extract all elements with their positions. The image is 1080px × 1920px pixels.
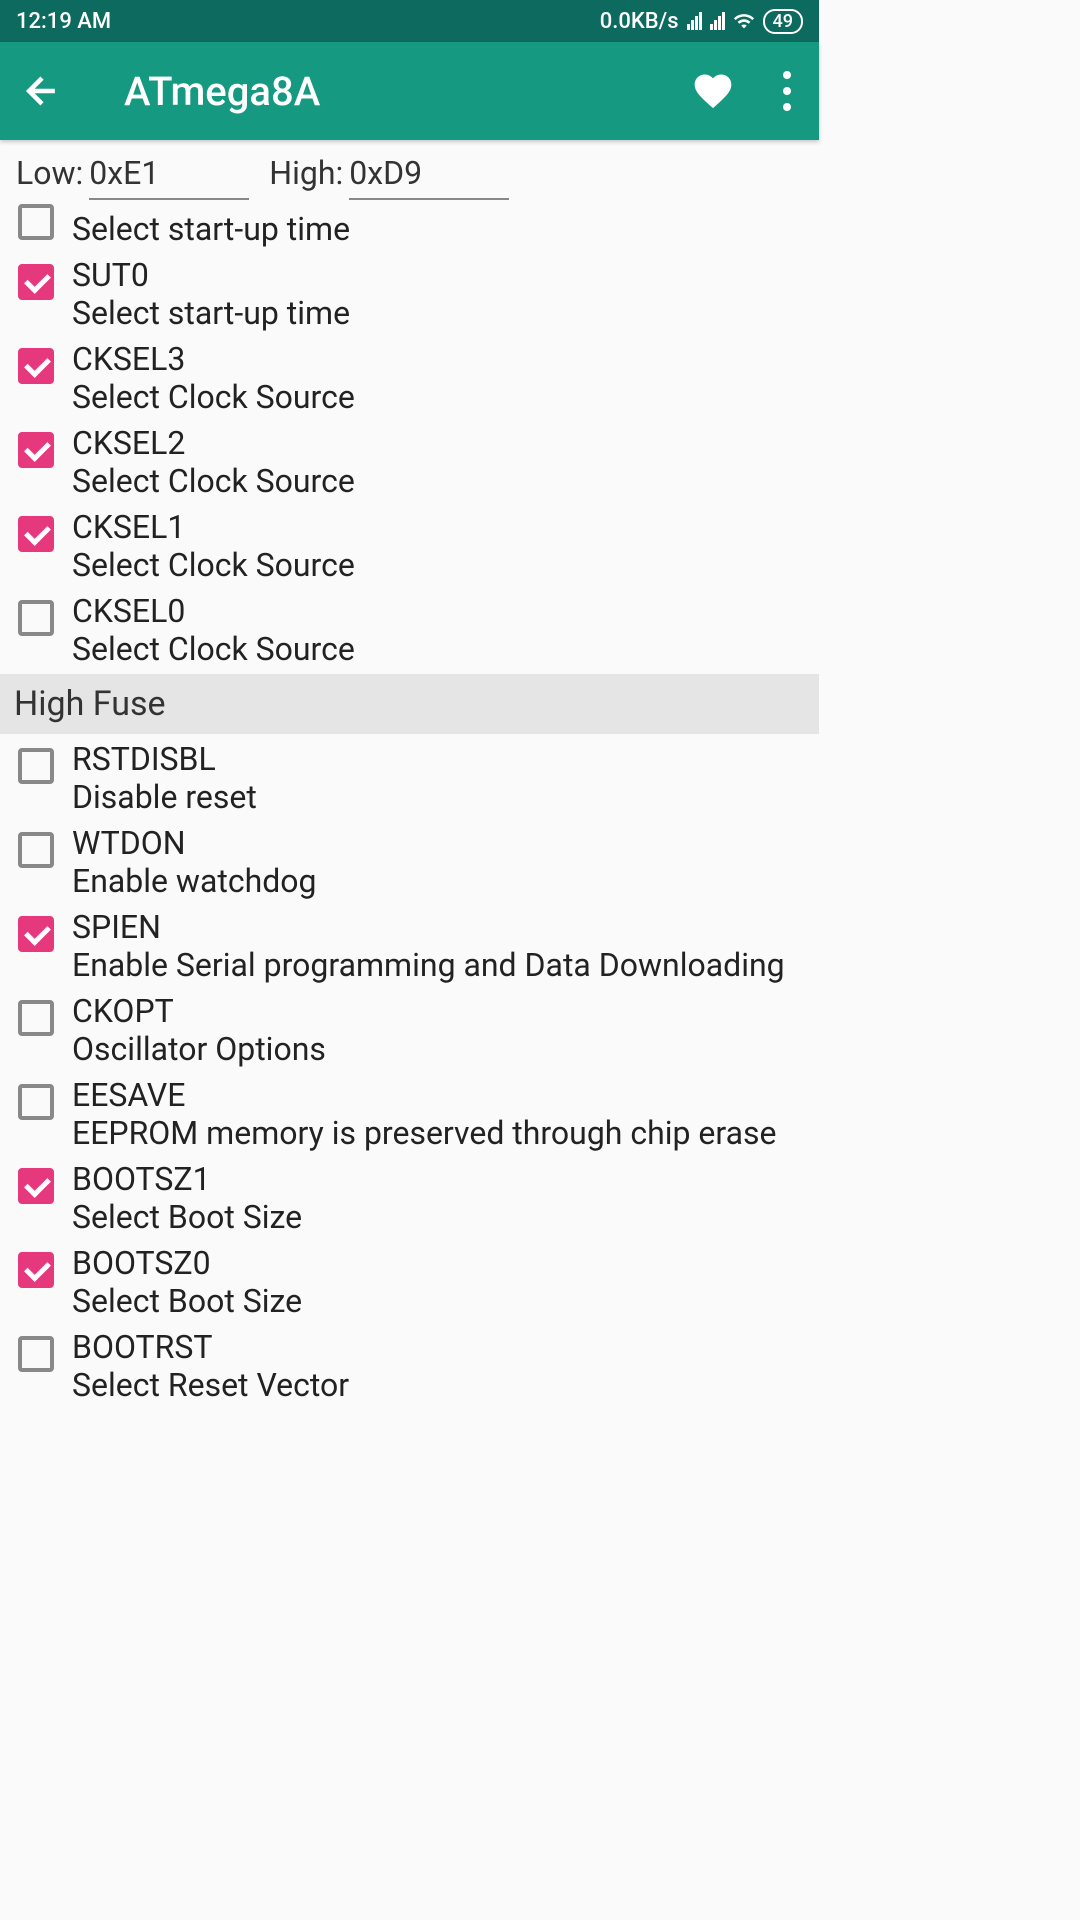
item-desc: Select Clock Source [72,630,801,668]
item-text: BOOTSZ1 Select Boot Size [72,1160,801,1236]
item-desc: Enable watchdog [72,862,801,900]
item-name: CKSEL2 [72,424,801,462]
app-bar: ATmega8A [0,42,819,140]
low-fuse-list: SUT1 Select start-up time SUT0 Select st… [0,196,819,672]
low-fuse-label: Low: [16,154,83,192]
page-title: ATmega8A [124,68,691,115]
checkbox[interactable] [18,1084,54,1120]
item-text: CKSEL3 Select Clock Source [72,340,801,416]
list-item[interactable]: RSTDISBL Disable reset [18,736,801,820]
item-text: CKSEL0 Select Clock Source [72,592,801,668]
signal-icon-2 [710,12,725,30]
item-text: BOOTRST Select Reset Vector [72,1328,801,1404]
checkbox[interactable] [18,264,54,300]
item-desc: Select start-up time [72,294,801,332]
list-item[interactable]: CKSEL2 Select Clock Source [18,420,801,504]
high-fuse-list: RSTDISBL Disable reset WTDON Enable watc… [0,736,819,1408]
back-icon[interactable] [20,69,64,113]
item-text: CKSEL2 Select Clock Source [72,424,801,500]
high-fuse-input[interactable] [349,154,509,200]
section-header-high: High Fuse [0,674,819,734]
low-fuse-input[interactable] [89,154,249,200]
item-desc: Select Reset Vector [72,1366,801,1404]
item-desc: Select Boot Size [72,1282,801,1320]
item-name: BOOTRST [72,1328,801,1366]
item-name: SPIEN [72,908,801,946]
status-time: 12:19 AM [16,9,111,34]
list-item[interactable]: SUT1 Select start-up time [18,196,801,252]
item-desc: Select Clock Source [72,462,801,500]
checkbox[interactable] [18,600,54,636]
list-item[interactable]: BOOTSZ1 Select Boot Size [18,1156,801,1240]
checkbox[interactable] [18,1168,54,1204]
list-item[interactable]: BOOTRST Select Reset Vector [18,1324,801,1408]
checkbox[interactable] [18,748,54,784]
item-name: SUT0 [72,256,801,294]
item-desc: Disable reset [72,778,801,816]
list-item[interactable]: WTDON Enable watchdog [18,820,801,904]
checkbox[interactable] [18,516,54,552]
checkbox[interactable] [18,204,54,240]
checkbox[interactable] [18,1000,54,1036]
wifi-icon [733,10,755,32]
item-name: WTDON [72,824,801,862]
item-name: EESAVE [72,1076,801,1114]
checkbox[interactable] [18,1252,54,1288]
item-desc: EEPROM memory is preserved through chip … [72,1114,801,1152]
list-item[interactable]: EESAVE EEPROM memory is preserved throug… [18,1072,801,1156]
item-desc: Select start-up time [72,210,801,248]
item-name: RSTDISBL [72,740,801,778]
status-bar: 12:19 AM 0.0KB/s 49 [0,0,819,42]
checkbox[interactable] [18,1336,54,1372]
battery-badge: 49 [763,9,803,34]
item-text: BOOTSZ0 Select Boot Size [72,1244,801,1320]
list-item[interactable]: SUT0 Select start-up time [18,252,801,336]
item-text: EESAVE EEPROM memory is preserved throug… [72,1076,801,1152]
item-name: CKOPT [72,992,801,1030]
checkbox[interactable] [18,348,54,384]
list-item[interactable]: BOOTSZ0 Select Boot Size [18,1240,801,1324]
signal-icon-1 [687,12,702,30]
item-text: SPIEN Enable Serial programming and Data… [72,908,801,984]
item-text: RSTDISBL Disable reset [72,740,801,816]
item-desc: Enable Serial programming and Data Downl… [72,946,801,984]
menu-icon[interactable] [775,63,799,119]
list-item[interactable]: CKSEL0 Select Clock Source [18,588,801,672]
item-text: SUT1 Select start-up time [72,196,801,248]
item-desc: Oscillator Options [72,1030,801,1068]
item-desc: Select Boot Size [72,1198,801,1236]
item-text: WTDON Enable watchdog [72,824,801,900]
item-name: BOOTSZ0 [72,1244,801,1282]
item-name: BOOTSZ1 [72,1160,801,1198]
checkbox[interactable] [18,832,54,868]
heart-icon[interactable] [691,69,735,113]
item-text: SUT0 Select start-up time [72,256,801,332]
item-name: CKSEL3 [72,340,801,378]
high-fuse-label: High: [269,154,343,192]
item-text: CKOPT Oscillator Options [72,992,801,1068]
list-item[interactable]: CKSEL3 Select Clock Source [18,336,801,420]
list-item[interactable]: CKSEL1 Select Clock Source [18,504,801,588]
checkbox[interactable] [18,432,54,468]
data-rate: 0.0KB/s [600,9,679,34]
item-name: CKSEL0 [72,592,801,630]
item-desc: Select Clock Source [72,546,801,584]
status-right: 0.0KB/s 49 [600,9,803,34]
item-name: CKSEL1 [72,508,801,546]
item-text: CKSEL1 Select Clock Source [72,508,801,584]
list-item[interactable]: CKOPT Oscillator Options [18,988,801,1072]
list-item[interactable]: SPIEN Enable Serial programming and Data… [18,904,801,988]
item-desc: Select Clock Source [72,378,801,416]
checkbox[interactable] [18,916,54,952]
